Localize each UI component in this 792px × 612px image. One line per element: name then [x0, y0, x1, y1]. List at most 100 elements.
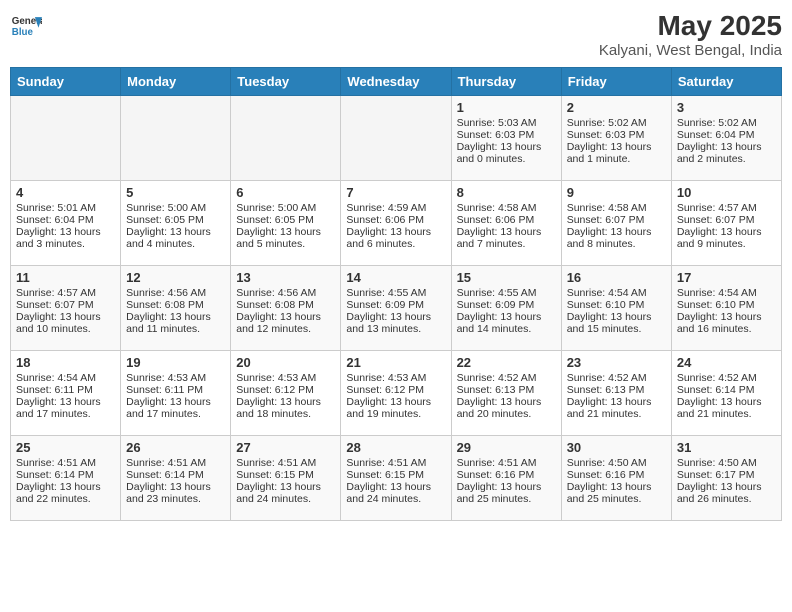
day-number: 2 [567, 100, 666, 115]
page-header: General Blue May 2025 Kalyani, West Beng… [10, 10, 782, 59]
cell-line: Sunrise: 4:51 AM [126, 457, 225, 469]
calendar-cell: 13Sunrise: 4:56 AMSunset: 6:08 PMDayligh… [231, 266, 341, 351]
cell-line: Sunrise: 4:51 AM [16, 457, 115, 469]
cell-line: Daylight: 13 hours [126, 311, 225, 323]
cell-line: and 8 minutes. [567, 238, 666, 250]
cell-line: Sunrise: 4:51 AM [346, 457, 445, 469]
day-number: 4 [16, 185, 115, 200]
day-number: 3 [677, 100, 776, 115]
cell-line: Sunrise: 4:53 AM [126, 372, 225, 384]
cell-line: Sunset: 6:14 PM [16, 469, 115, 481]
svg-text:Blue: Blue [12, 27, 34, 38]
cell-line: Daylight: 13 hours [16, 481, 115, 493]
day-number: 7 [346, 185, 445, 200]
cell-line: Sunrise: 4:58 AM [567, 202, 666, 214]
cell-line: and 21 minutes. [567, 408, 666, 420]
cell-line: Daylight: 13 hours [567, 396, 666, 408]
day-number: 29 [457, 440, 556, 455]
day-number: 26 [126, 440, 225, 455]
cell-line: Sunset: 6:16 PM [567, 469, 666, 481]
calendar-cell: 26Sunrise: 4:51 AMSunset: 6:14 PMDayligh… [121, 436, 231, 521]
calendar-cell: 6Sunrise: 5:00 AMSunset: 6:05 PMDaylight… [231, 181, 341, 266]
cell-line: Sunset: 6:13 PM [567, 384, 666, 396]
cell-line: and 23 minutes. [126, 493, 225, 505]
cell-line: Daylight: 13 hours [567, 226, 666, 238]
cell-line: Sunset: 6:14 PM [677, 384, 776, 396]
cell-line: Sunrise: 4:58 AM [457, 202, 556, 214]
calendar-cell: 2Sunrise: 5:02 AMSunset: 6:03 PMDaylight… [561, 96, 671, 181]
cell-line: and 25 minutes. [567, 493, 666, 505]
calendar-cell: 12Sunrise: 4:56 AMSunset: 6:08 PMDayligh… [121, 266, 231, 351]
calendar-cell: 14Sunrise: 4:55 AMSunset: 6:09 PMDayligh… [341, 266, 451, 351]
cell-line: Sunset: 6:13 PM [457, 384, 556, 396]
cell-line: and 14 minutes. [457, 323, 556, 335]
cell-line: Sunset: 6:09 PM [346, 299, 445, 311]
cell-line: and 3 minutes. [16, 238, 115, 250]
calendar-cell: 22Sunrise: 4:52 AMSunset: 6:13 PMDayligh… [451, 351, 561, 436]
cell-line: and 25 minutes. [457, 493, 556, 505]
cell-line: and 11 minutes. [126, 323, 225, 335]
cell-line: Sunrise: 4:51 AM [236, 457, 335, 469]
cell-line: Sunrise: 5:00 AM [126, 202, 225, 214]
calendar-cell [341, 96, 451, 181]
cell-line: Daylight: 13 hours [346, 311, 445, 323]
cell-line: and 4 minutes. [126, 238, 225, 250]
day-number: 21 [346, 355, 445, 370]
cell-line: Sunrise: 4:50 AM [567, 457, 666, 469]
cell-line: Sunrise: 5:00 AM [236, 202, 335, 214]
day-number: 16 [567, 270, 666, 285]
cell-line: Sunrise: 4:52 AM [567, 372, 666, 384]
day-number: 13 [236, 270, 335, 285]
cell-line: Daylight: 13 hours [457, 481, 556, 493]
cell-line: Daylight: 13 hours [346, 396, 445, 408]
calendar-cell: 11Sunrise: 4:57 AMSunset: 6:07 PMDayligh… [11, 266, 121, 351]
week-row-4: 18Sunrise: 4:54 AMSunset: 6:11 PMDayligh… [11, 351, 782, 436]
cell-line: Sunset: 6:05 PM [236, 214, 335, 226]
cell-line: and 1 minute. [567, 153, 666, 165]
cell-line: and 26 minutes. [677, 493, 776, 505]
cell-line: Daylight: 13 hours [457, 226, 556, 238]
calendar-cell: 5Sunrise: 5:00 AMSunset: 6:05 PMDaylight… [121, 181, 231, 266]
cell-line: Sunrise: 4:54 AM [567, 287, 666, 299]
cell-line: Daylight: 13 hours [16, 226, 115, 238]
cell-line: Sunrise: 4:55 AM [346, 287, 445, 299]
cell-line: and 6 minutes. [346, 238, 445, 250]
cell-line: and 0 minutes. [457, 153, 556, 165]
cell-line: and 24 minutes. [236, 493, 335, 505]
cell-line: Daylight: 13 hours [677, 396, 776, 408]
cell-line: Sunrise: 4:51 AM [457, 457, 556, 469]
col-header-monday: Monday [121, 68, 231, 96]
day-number: 10 [677, 185, 776, 200]
calendar-table: SundayMondayTuesdayWednesdayThursdayFrid… [10, 67, 782, 521]
main-title: May 2025 [599, 10, 782, 42]
calendar-cell: 27Sunrise: 4:51 AMSunset: 6:15 PMDayligh… [231, 436, 341, 521]
cell-line: Sunset: 6:11 PM [126, 384, 225, 396]
cell-line: Daylight: 13 hours [16, 311, 115, 323]
cell-line: and 17 minutes. [126, 408, 225, 420]
day-number: 1 [457, 100, 556, 115]
day-number: 23 [567, 355, 666, 370]
cell-line: Sunset: 6:05 PM [126, 214, 225, 226]
day-number: 25 [16, 440, 115, 455]
cell-line: Daylight: 13 hours [346, 226, 445, 238]
cell-line: Sunrise: 4:50 AM [677, 457, 776, 469]
cell-line: Sunrise: 4:52 AM [457, 372, 556, 384]
calendar-cell: 30Sunrise: 4:50 AMSunset: 6:16 PMDayligh… [561, 436, 671, 521]
cell-line: Sunrise: 4:54 AM [16, 372, 115, 384]
cell-line: Daylight: 13 hours [567, 481, 666, 493]
col-header-friday: Friday [561, 68, 671, 96]
cell-line: Sunset: 6:06 PM [346, 214, 445, 226]
day-number: 28 [346, 440, 445, 455]
cell-line: Sunset: 6:15 PM [346, 469, 445, 481]
cell-line: and 15 minutes. [567, 323, 666, 335]
cell-line: Sunset: 6:07 PM [677, 214, 776, 226]
day-number: 31 [677, 440, 776, 455]
cell-line: Daylight: 13 hours [236, 226, 335, 238]
calendar-cell [11, 96, 121, 181]
cell-line: Sunset: 6:10 PM [677, 299, 776, 311]
calendar-cell: 19Sunrise: 4:53 AMSunset: 6:11 PMDayligh… [121, 351, 231, 436]
cell-line: and 18 minutes. [236, 408, 335, 420]
day-number: 22 [457, 355, 556, 370]
col-header-tuesday: Tuesday [231, 68, 341, 96]
cell-line: Daylight: 13 hours [126, 481, 225, 493]
